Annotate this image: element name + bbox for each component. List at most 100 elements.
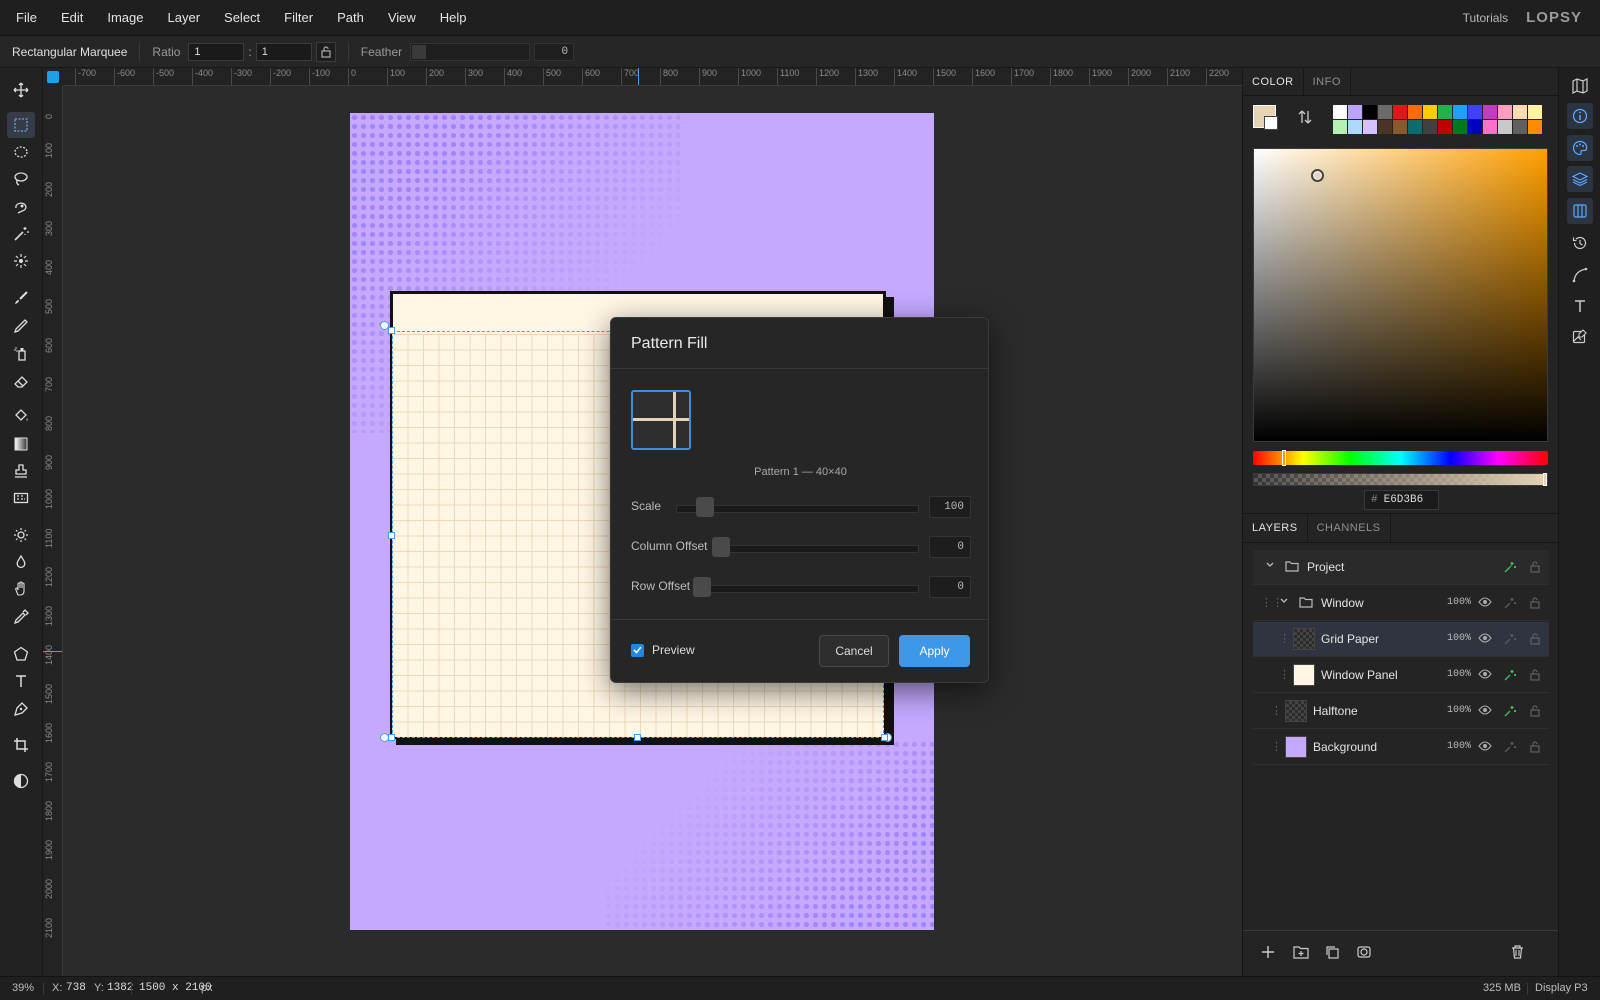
layer-opacity[interactable]: 100% (1447, 741, 1471, 752)
eye-icon[interactable] (1478, 704, 1492, 716)
quick-select-tool[interactable] (7, 248, 35, 274)
palette-swatch[interactable] (1363, 105, 1377, 119)
background-color-swatch[interactable] (1264, 116, 1278, 130)
lock-icon[interactable] (1529, 668, 1541, 681)
chevron-down-icon[interactable] (1265, 560, 1275, 570)
effects-icon[interactable] (1503, 632, 1517, 646)
hue-slider[interactable] (1253, 450, 1548, 466)
info-panel-button[interactable] (1567, 103, 1593, 129)
menu-help[interactable]: Help (428, 0, 479, 36)
gradient-tool[interactable] (7, 431, 35, 457)
add-layer-icon[interactable] (1261, 945, 1275, 959)
channels-panel-button[interactable] (1567, 198, 1593, 224)
layer-name[interactable]: Project (1307, 560, 1344, 574)
eye-icon[interactable] (1478, 632, 1492, 644)
pattern-stamp-tool[interactable] (7, 485, 35, 511)
brush-tool[interactable] (7, 285, 35, 311)
palette-swatch[interactable] (1513, 120, 1527, 134)
palette-swatch[interactable] (1483, 120, 1497, 134)
selection-handle-corner[interactable] (388, 734, 395, 741)
palette-swatch[interactable] (1393, 120, 1407, 134)
palette-swatch[interactable] (1423, 120, 1437, 134)
lock-icon[interactable] (1529, 632, 1541, 645)
mask-icon[interactable] (1357, 945, 1371, 959)
layer-opacity[interactable]: 100% (1447, 633, 1471, 644)
eye-icon[interactable] (1478, 668, 1492, 680)
palette-swatch[interactable] (1378, 120, 1392, 134)
palette-swatch[interactable] (1348, 120, 1362, 134)
palette-swatch[interactable] (1528, 120, 1542, 134)
palette-swatch[interactable] (1453, 105, 1467, 119)
selection-handle-bottom[interactable] (634, 734, 641, 741)
vertical-ruler[interactable]: 0 100 200 300 400 500 600 700 800 900 1000 1100 1200… (43, 86, 63, 976)
tutorials-link[interactable]: Tutorials (1463, 11, 1509, 25)
palette-swatch[interactable] (1513, 105, 1527, 119)
ratio-width-input[interactable] (188, 42, 245, 61)
lock-icon[interactable] (1529, 740, 1541, 753)
layer-row-halftone[interactable]: ⋮⋮ Halftone 100% (1253, 694, 1549, 729)
palette-swatch[interactable] (1438, 105, 1452, 119)
dodge-tool[interactable] (7, 522, 35, 548)
palette-swatch[interactable] (1468, 105, 1482, 119)
menu-filter[interactable]: Filter (272, 0, 325, 36)
ratio-lock-button[interactable] (315, 41, 336, 62)
layer-name[interactable]: Grid Paper (1321, 632, 1379, 646)
lasso-tool[interactable] (7, 166, 35, 192)
selection-handle-left[interactable] (388, 532, 395, 539)
palette-swatch[interactable] (1453, 120, 1467, 134)
preview-checkbox-row[interactable]: Preview (631, 643, 695, 657)
ratio-height-input[interactable] (255, 42, 312, 61)
lock-icon[interactable] (1529, 596, 1541, 609)
layer-name[interactable]: Background (1313, 740, 1377, 754)
layer-name[interactable]: Window (1321, 596, 1364, 610)
eye-icon[interactable] (1478, 596, 1492, 608)
text-tool[interactable] (7, 668, 35, 694)
palette-swatch[interactable] (1333, 120, 1347, 134)
menu-image[interactable]: Image (95, 0, 155, 36)
effects-icon[interactable] (1503, 668, 1517, 682)
color-profile[interactable]: Display P3 (1535, 982, 1588, 994)
tab-info[interactable]: INFO (1304, 68, 1351, 95)
effects-icon[interactable] (1503, 704, 1517, 718)
trash-icon[interactable] (1511, 945, 1524, 959)
navigator-panel-button[interactable] (1567, 73, 1593, 99)
horizontal-ruler[interactable]: -700 -600 -500 -400 -300 -200 -100 0 100 200 300 40… (63, 68, 1242, 86)
ellipse-marquee-tool[interactable] (7, 139, 35, 165)
pattern-picker[interactable] (631, 390, 691, 450)
spray-tool[interactable] (7, 340, 35, 366)
shape-tool[interactable] (7, 641, 35, 667)
row-offset-slider[interactable] (699, 585, 919, 593)
magnetic-lasso-tool[interactable] (7, 194, 35, 220)
color-picker-cursor[interactable] (1311, 169, 1324, 182)
tab-color[interactable]: COLOR (1243, 68, 1304, 95)
ruler-origin-marker[interactable] (47, 71, 59, 83)
selection-handle-corner[interactable] (881, 734, 888, 741)
palette-swatch[interactable] (1423, 105, 1437, 119)
feather-slider-knob[interactable] (412, 44, 427, 59)
duplicate-icon[interactable] (1325, 945, 1339, 959)
row-offset-value[interactable]: 0 (929, 576, 971, 598)
menu-select[interactable]: Select (212, 0, 272, 36)
lock-icon[interactable] (1529, 704, 1541, 717)
ruler-corner[interactable] (43, 68, 63, 86)
hue-slider-handle[interactable] (1282, 450, 1286, 466)
column-offset-value[interactable]: 0 (929, 536, 971, 558)
layer-row-grid-paper[interactable]: ⋮⋮ Grid Paper 100% (1253, 622, 1549, 657)
layer-row-window-panel[interactable]: ⋮⋮ Window Panel 100% (1253, 658, 1549, 693)
layers-panel-button[interactable] (1567, 166, 1593, 192)
color-panel-button[interactable] (1567, 135, 1593, 161)
column-offset-slider-knob[interactable] (712, 537, 730, 557)
swap-colors-button[interactable] (1298, 109, 1312, 128)
layer-row-background[interactable]: ⋮⋮ Background 100% (1253, 730, 1549, 765)
palette-swatch[interactable] (1393, 105, 1407, 119)
palette-swatch[interactable] (1483, 105, 1497, 119)
palette-swatch[interactable] (1363, 120, 1377, 134)
saturation-value-picker[interactable] (1253, 148, 1548, 442)
layer-opacity[interactable]: 100% (1447, 669, 1471, 680)
crop-tool[interactable] (7, 732, 35, 758)
lock-icon[interactable] (1529, 560, 1541, 573)
palette-swatch[interactable] (1498, 120, 1512, 134)
row-offset-slider-knob[interactable] (693, 577, 711, 597)
feather-value[interactable]: 0 (534, 42, 575, 61)
history-panel-button[interactable] (1567, 230, 1593, 256)
